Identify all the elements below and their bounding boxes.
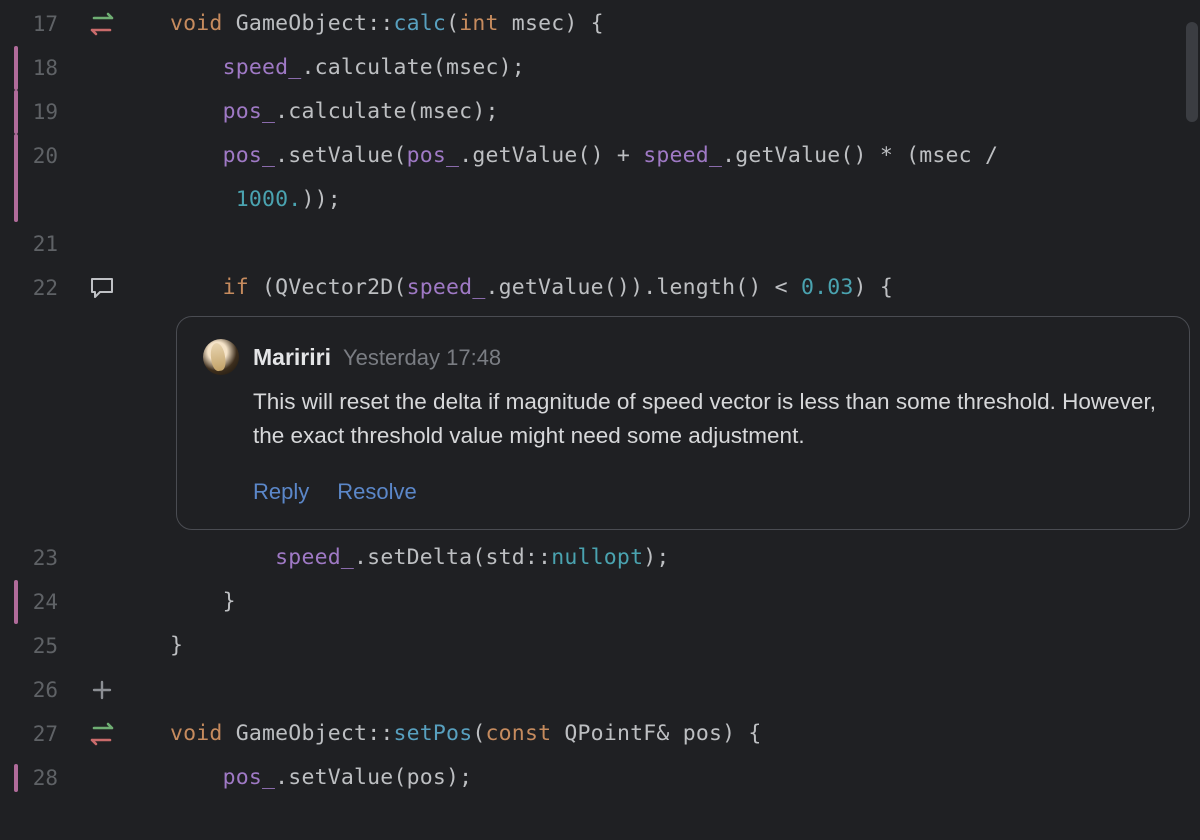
code-text[interactable]: } [170, 580, 236, 624]
code-line[interactable]: 22 if (QVector2D(speed_.getValue()).leng… [0, 266, 1200, 310]
diff-swap-icon[interactable] [88, 10, 116, 38]
code-text[interactable]: if (QVector2D(speed_.getValue()).length(… [170, 266, 893, 310]
resolve-button[interactable]: Resolve [337, 479, 416, 505]
code-line[interactable]: 18 speed_.calculate(msec); [0, 46, 1200, 90]
comment-header: Maririri Yesterday 17:48 [203, 339, 1163, 375]
line-number: 25 [0, 634, 64, 658]
line-number: 22 [0, 276, 64, 300]
comment-timestamp: Yesterday 17:48 [343, 345, 501, 370]
code-text[interactable]: pos_.setValue(pos_.getValue() + speed_.g… [170, 134, 998, 222]
line-number: 28 [0, 766, 64, 790]
scrollbar-thumb[interactable] [1186, 22, 1198, 122]
code-line[interactable]: 17 void GameObject::calc(int msec) { [0, 2, 1200, 46]
code-line[interactable]: 23 speed_.setDelta(std::nullopt); [0, 536, 1200, 580]
line-number: 21 [0, 232, 64, 256]
avatar[interactable] [203, 339, 239, 375]
comment-body: This will reset the delta if magnitude o… [253, 385, 1163, 453]
code-text[interactable]: } [170, 624, 183, 668]
line-number: 17 [0, 12, 64, 36]
comment-icon[interactable] [89, 275, 115, 301]
code-line[interactable]: 19 pos_.calculate(msec); [0, 90, 1200, 134]
plus-icon[interactable] [91, 679, 113, 701]
diff-swap-icon[interactable] [88, 720, 116, 748]
code-text[interactable]: pos_.calculate(msec); [170, 90, 499, 134]
code-line[interactable]: 26 [0, 668, 1200, 712]
code-text[interactable]: speed_.calculate(msec); [170, 46, 525, 90]
reply-button[interactable]: Reply [253, 479, 309, 505]
code-text[interactable]: void GameObject::setPos(const QPointF& p… [170, 712, 762, 756]
review-comment[interactable]: Maririri Yesterday 17:48 This will reset… [176, 316, 1190, 530]
code-line[interactable]: 24 } [0, 580, 1200, 624]
code-line[interactable]: 25 } [0, 624, 1200, 668]
line-number: 24 [0, 590, 64, 614]
line-number: 18 [0, 56, 64, 80]
line-number: 27 [0, 722, 64, 746]
code-line[interactable]: 21 [0, 222, 1200, 266]
code-text[interactable]: void GameObject::calc(int msec) { [170, 2, 604, 46]
code-line[interactable]: 20 pos_.setValue(pos_.getValue() + speed… [0, 134, 1200, 222]
line-number: 20 [0, 144, 64, 168]
line-number: 19 [0, 100, 64, 124]
line-number: 26 [0, 678, 64, 702]
line-number: 23 [0, 546, 64, 570]
code-line[interactable]: 28 pos_.setValue(pos); [0, 756, 1200, 800]
code-line[interactable]: 27 void GameObject::setPos(const QPointF… [0, 712, 1200, 756]
code-text[interactable] [170, 222, 183, 266]
code-text[interactable] [170, 668, 183, 712]
code-text[interactable]: pos_.setValue(pos); [170, 756, 472, 800]
comment-author: Maririri [253, 344, 331, 370]
gutter: 17 [0, 2, 170, 46]
code-editor[interactable]: 17 void GameObject::calc(int msec) { 18 … [0, 0, 1200, 840]
code-text[interactable]: speed_.setDelta(std::nullopt); [170, 536, 670, 580]
